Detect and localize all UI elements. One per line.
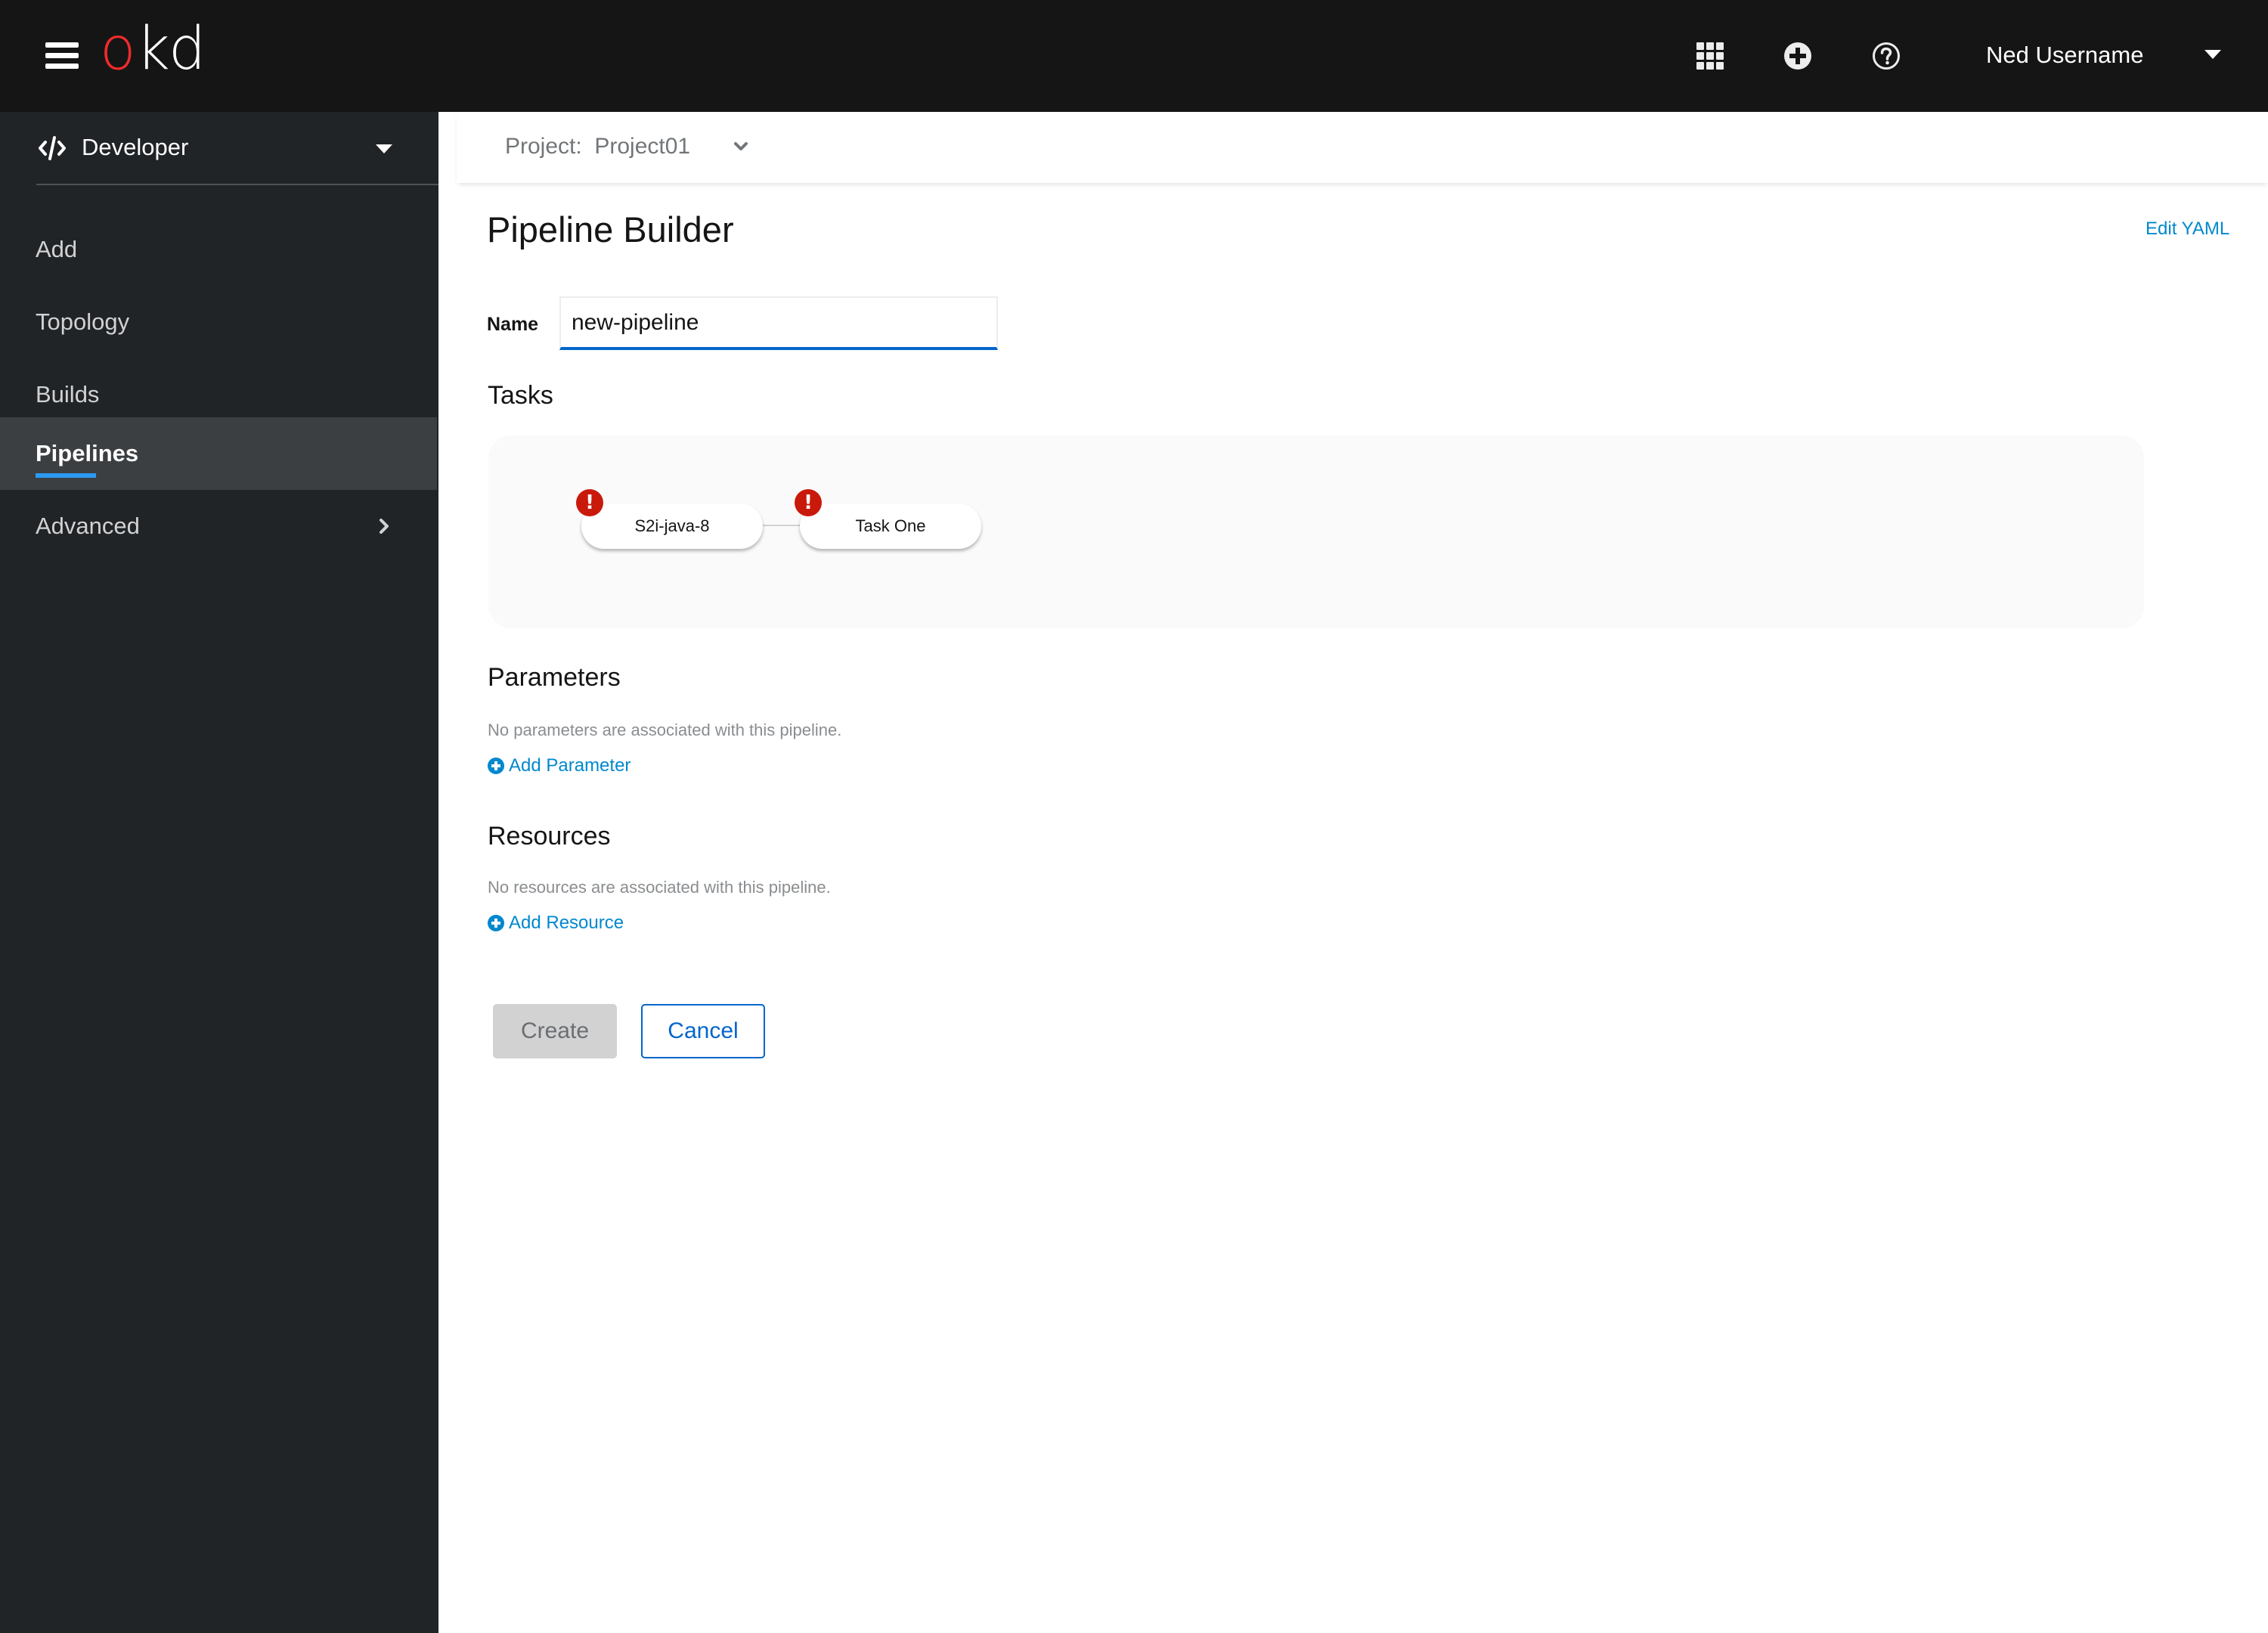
sidebar: Developer Add Topology Builds Pipelines … xyxy=(0,112,438,1633)
project-selector[interactable]: Project: Project01 xyxy=(457,112,2268,183)
sidebar-item-label: Builds xyxy=(36,381,100,407)
sidebar-item-add[interactable]: Add xyxy=(0,213,437,286)
chevron-down-icon xyxy=(734,142,748,150)
project-selector-label: Project: Project01 xyxy=(505,134,691,159)
parameters-empty-text: No parameters are associated with this p… xyxy=(488,720,842,739)
task-node[interactable]: S2i-java-8 xyxy=(581,504,763,549)
plus-circle-icon[interactable] xyxy=(1781,39,1814,73)
task-graph: S2i-java-8 ! Task One ! xyxy=(488,435,2144,628)
error-icon: ! xyxy=(576,489,603,516)
sidebar-item-label: Pipelines xyxy=(36,440,139,466)
pipeline-name-input[interactable] xyxy=(559,296,998,350)
code-icon xyxy=(39,136,66,160)
page-title: Pipeline Builder xyxy=(487,209,734,249)
sidebar-divider xyxy=(36,184,438,185)
caret-down-icon[interactable] xyxy=(2204,50,2221,59)
create-button[interactable]: Create xyxy=(493,1004,617,1058)
tasks-heading: Tasks xyxy=(488,381,553,410)
error-icon: ! xyxy=(795,489,822,516)
caret-down-icon xyxy=(376,144,392,153)
hamburger-icon[interactable] xyxy=(45,42,79,70)
task-connector xyxy=(763,525,800,526)
name-label: Name xyxy=(487,314,539,335)
sidebar-item-topology[interactable]: Topology xyxy=(0,286,437,358)
okd-logo[interactable]: o kd xyxy=(100,15,206,83)
add-resource-link[interactable]: Add Resource xyxy=(488,910,624,936)
perspective-label: Developer xyxy=(82,134,189,160)
add-parameter-link[interactable]: Add Parameter xyxy=(488,753,631,779)
task-node-label: S2i-java-8 xyxy=(634,516,710,535)
masthead: o kd Ned Username xyxy=(0,0,2268,112)
task-node[interactable]: Task One xyxy=(800,504,981,549)
question-circle-icon[interactable] xyxy=(1870,39,1903,73)
plus-circle-icon xyxy=(488,915,504,931)
active-indicator xyxy=(36,473,96,478)
parameters-heading: Parameters xyxy=(488,663,621,692)
sidebar-item-label: Topology xyxy=(36,308,130,335)
resources-empty-text: No resources are associated with this pi… xyxy=(488,878,831,897)
chevron-right-icon xyxy=(380,519,389,534)
add-resource-label: Add Resource xyxy=(509,913,624,933)
logo-o: o xyxy=(100,15,136,83)
resources-heading: Resources xyxy=(488,822,611,851)
cancel-button[interactable]: Cancel xyxy=(641,1004,765,1058)
app-launcher-grid-icon[interactable] xyxy=(1693,39,1727,73)
sidebar-item-label: Advanced xyxy=(36,513,140,539)
sidebar-item-advanced[interactable]: Advanced xyxy=(0,490,437,562)
logo-kd: kd xyxy=(135,15,206,83)
user-menu-toggle[interactable]: Ned Username xyxy=(1986,38,2143,73)
perspective-switcher[interactable]: Developer xyxy=(0,112,438,184)
add-parameter-label: Add Parameter xyxy=(509,755,631,776)
task-node-label: Task One xyxy=(855,516,926,535)
plus-circle-icon xyxy=(488,758,504,774)
sidebar-item-pipelines[interactable]: Pipelines xyxy=(0,417,437,490)
sidebar-item-label: Add xyxy=(36,236,78,262)
edit-yaml-link[interactable]: Edit YAML xyxy=(2146,217,2229,241)
